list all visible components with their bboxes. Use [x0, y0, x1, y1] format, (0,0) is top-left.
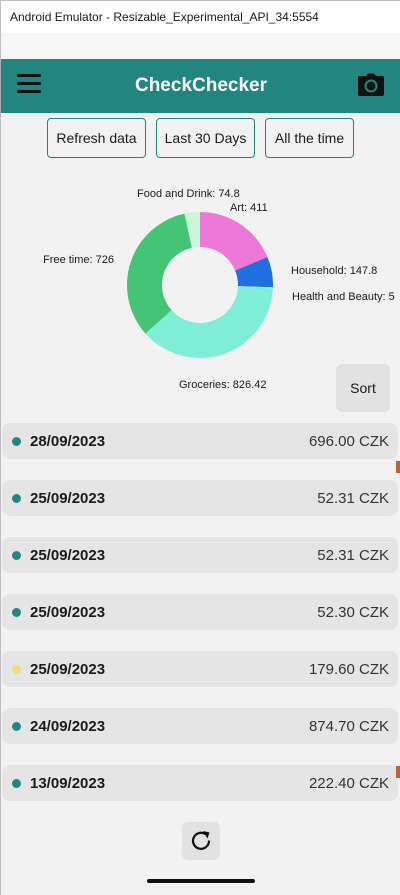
slice-label: Household: 147.8 [291, 265, 377, 277]
status-dot [12, 494, 21, 503]
receipt-row[interactable]: 25/09/2023 52.31 CZK [2, 537, 398, 573]
receipt-amount: 874.70 CZK [308, 718, 389, 735]
receipt-date: 28/09/2023 [30, 433, 106, 450]
receipt-date: 25/09/2023 [30, 661, 106, 678]
receipt-amount: 52.30 CZK [317, 604, 389, 621]
status-dot [12, 722, 21, 731]
refresh-button[interactable] [182, 822, 220, 860]
status-dot [12, 779, 21, 788]
refresh-icon [191, 831, 211, 850]
receipt-date: 25/09/2023 [30, 490, 106, 507]
app-title: CheckChecker [134, 75, 268, 96]
receipt-row[interactable]: 24/09/2023 874.70 CZK [2, 708, 398, 744]
refresh-data-button[interactable]: Refresh data [47, 118, 146, 158]
status-dot [12, 437, 21, 446]
receipt-date: 24/09/2023 [30, 718, 106, 735]
app-bar: CheckChecker [1, 59, 400, 113]
receipt-amount: 179.60 CZK [308, 661, 389, 678]
slice-label: Groceries: 826.42 [179, 379, 266, 391]
status-dot [12, 608, 21, 617]
window-title: Android Emulator - Resizable_Experimenta… [1, 1, 400, 33]
last-30-days-button[interactable]: Last 30 Days [156, 118, 255, 158]
receipt-row[interactable]: 25/09/2023 179.60 CZK [2, 651, 398, 687]
receipt-amount: 696.00 CZK [308, 433, 389, 450]
home-indicator [147, 879, 255, 883]
status-dot [12, 551, 21, 560]
receipt-amount: 52.31 CZK [317, 490, 389, 507]
receipt-row[interactable]: 13/09/2023 222.40 CZK [2, 765, 398, 801]
sort-button[interactable]: Sort [336, 364, 390, 412]
receipt-date: 13/09/2023 [30, 775, 106, 792]
receipt-date: 25/09/2023 [30, 547, 106, 564]
slice-label: Art: 411 [230, 202, 268, 214]
slice-label: Food and Drink: 74.8 [137, 188, 240, 200]
all-the-time-button[interactable]: All the time [265, 118, 354, 158]
donut-slice-groceries [145, 286, 273, 358]
status-dot [12, 665, 21, 674]
slice-label: Health and Beauty: 5 [292, 291, 395, 303]
donut-slice-free-time [127, 213, 192, 334]
camera-icon[interactable] [358, 73, 384, 97]
main-content: Refresh data Last 30 Days All the time A… [1, 113, 400, 895]
receipt-amount: 52.31 CZK [317, 547, 389, 564]
receipt-row[interactable]: 25/09/2023 52.30 CZK [2, 594, 398, 630]
receipt-date: 25/09/2023 [30, 604, 106, 621]
status-bar [1, 33, 400, 59]
receipt-amount: 222.40 CZK [308, 775, 389, 792]
receipt-row[interactable]: 25/09/2023 52.31 CZK [2, 480, 398, 516]
receipt-row[interactable]: 28/09/2023 696.00 CZK [2, 423, 398, 459]
slice-label: Free time: 726 [43, 254, 114, 266]
